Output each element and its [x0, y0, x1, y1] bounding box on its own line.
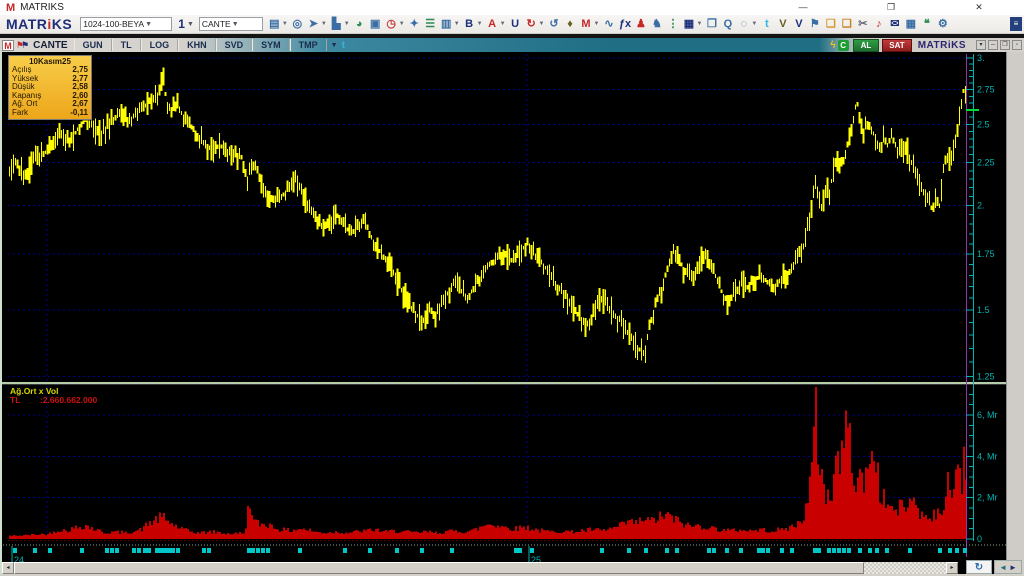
- nav-left-icon[interactable]: ◄: [999, 563, 1007, 572]
- horizontal-scrollbar[interactable]: ◂ ▸: [2, 562, 958, 574]
- info-row: Fark -0,11: [12, 107, 88, 117]
- svg-text:1.75: 1.75: [977, 249, 995, 259]
- scroll-right-button[interactable]: ▸: [946, 562, 958, 574]
- scrollbar-thumb[interactable]: [14, 562, 864, 574]
- price-volume-chart[interactable]: 3. 2.75 2.5 2.25 2. 1.75 1.5 1.25 6, Mr 4, Mr 2, M…: [0, 0, 1024, 576]
- ohlc-info-box: 10Kasım25 Açılış 2,75 Yüksek 2,77 Düşük 2,5…: [8, 55, 92, 120]
- scrollbar-track[interactable]: [864, 562, 946, 574]
- refresh-button[interactable]: ↻: [966, 560, 992, 574]
- svg-text:1.25: 1.25: [977, 371, 995, 381]
- svg-text:0: 0: [977, 534, 982, 544]
- chart-nav-buttons[interactable]: ◄ ►: [994, 560, 1022, 574]
- svg-text:2.75: 2.75: [977, 85, 995, 95]
- svg-text:3.: 3.: [977, 53, 985, 63]
- volume-currency-label: TL: [10, 395, 21, 405]
- nav-right-icon[interactable]: ►: [1009, 563, 1017, 572]
- volume-total-value: :2.660.662.000: [40, 395, 98, 405]
- scroll-left-button[interactable]: ◂: [2, 562, 14, 574]
- svg-text:2.25: 2.25: [977, 158, 995, 168]
- svg-text:6, Mr: 6, Mr: [977, 410, 998, 420]
- svg-text:4, Mr: 4, Mr: [977, 451, 998, 461]
- svg-text:2.: 2.: [977, 200, 985, 210]
- svg-text:2, Mr: 2, Mr: [977, 493, 998, 503]
- window-right-border: [1006, 52, 1024, 576]
- window-left-border: [0, 52, 2, 574]
- svg-text:2.5: 2.5: [977, 119, 990, 129]
- svg-text:1.5: 1.5: [977, 305, 990, 315]
